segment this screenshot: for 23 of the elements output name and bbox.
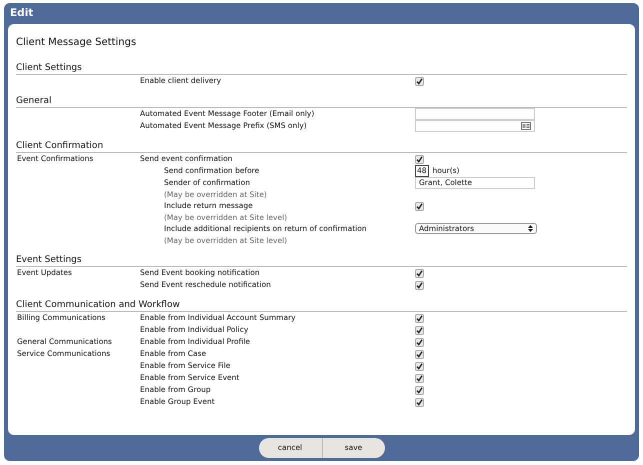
section-title: Client Confirmation [16, 140, 627, 153]
page-heading: Client Message Settings [16, 36, 138, 50]
section-title: Client Communication and Workflow [16, 299, 627, 312]
checkbox[interactable] [415, 326, 424, 335]
checkbox[interactable] [415, 338, 424, 347]
updown-icon [528, 225, 533, 232]
section-title: Client Settings [16, 62, 627, 75]
checkbox[interactable] [415, 314, 424, 323]
checkbox[interactable] [415, 202, 424, 211]
checkbox[interactable] [415, 386, 424, 395]
window-title: Edit [9, 6, 34, 21]
checkbox[interactable] [415, 350, 424, 359]
text-field[interactable] [415, 108, 535, 120]
checkbox[interactable] [415, 76, 424, 86]
checkbox[interactable] [415, 268, 424, 278]
checkbox[interactable] [415, 154, 424, 164]
checkbox[interactable] [415, 374, 424, 383]
checkbox[interactable] [415, 280, 424, 290]
checkbox[interactable] [415, 398, 424, 407]
contact-card-icon[interactable] [521, 122, 531, 130]
text-field[interactable] [415, 120, 535, 132]
checkbox[interactable] [415, 362, 424, 371]
section-title: Event Settings [16, 254, 627, 267]
